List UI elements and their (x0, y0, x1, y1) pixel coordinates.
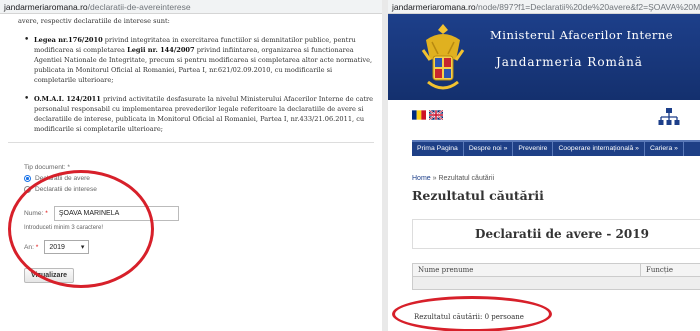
address-bar[interactable]: jandarmeriaromana.ro/declaratii-de-avere… (0, 0, 382, 14)
breadcrumb-home-link[interactable]: Home (412, 175, 431, 182)
breadcrumb: Home » Rezultatul căutării (412, 175, 494, 182)
law-ref: Legea nr.176/2010 (34, 36, 103, 44)
romanian-flag-icon[interactable] (412, 110, 426, 120)
red-highlight-ellipse-form (8, 170, 154, 288)
table-row (412, 277, 700, 290)
page-title: Rezultatul căutării (412, 188, 544, 203)
url-host: jandarmeriaromana.ro (4, 2, 88, 12)
language-flags (412, 110, 443, 120)
radio-selected-icon[interactable] (24, 175, 31, 182)
law-ref: O.M.A.I. 124/2011 (34, 95, 101, 103)
nav-prima-pagina[interactable]: Prima Pagina (412, 142, 464, 156)
law-item: Legea nr.176/2010 privind integritatea i… (24, 35, 374, 85)
nav-cooperare[interactable]: Cooperare internațională » (553, 142, 645, 156)
results-box-title: Declaratii de avere - 2019 (412, 219, 700, 249)
institution-title: Jandarmeria Română (496, 55, 643, 69)
nav-despre-noi[interactable]: Despre noi » (464, 142, 514, 156)
url-host: jandarmeriaromana.ro (392, 2, 476, 12)
left-browser-panel: jandarmeriaromana.ro/declaratii-de-avere… (0, 0, 382, 331)
doc-type-label: Tip document: * (24, 164, 70, 171)
coat-of-arms-icon (421, 24, 465, 90)
nav-prevenire[interactable]: Prevenire (513, 142, 554, 156)
url-path: /declaratii-de-avereinterese (87, 2, 191, 12)
law-ref: Legii nr. 144/2007 (127, 46, 195, 54)
address-bar[interactable]: jandarmeriaromana.ro/node/897?f1=Declara… (388, 0, 700, 14)
col-nume-prenume: Nume prenume (413, 264, 641, 276)
law-item: O.M.A.I. 124/2011 privind activitatile d… (24, 94, 374, 134)
law-list-section: avere, respectiv declaratiile de interes… (0, 14, 382, 143)
results-table-header: Nume prenume Funcție (412, 263, 700, 277)
uk-flag-icon[interactable] (429, 110, 443, 120)
law-list: Legea nr.176/2010 privind integritatea i… (24, 35, 374, 134)
site-header: Ministerul Afacerilor Interne Jandarmeri… (388, 14, 700, 100)
breadcrumb-current: Rezultatul căutării (438, 175, 495, 182)
divider (8, 142, 374, 143)
red-highlight-ellipse-result (392, 296, 552, 331)
nav-cariera[interactable]: Cariera » (645, 142, 684, 156)
col-functie: Funcție (646, 266, 673, 274)
ministry-title: Ministerul Afacerilor Interne (490, 28, 674, 42)
intro-text: avere, respectiv declaratiile de interes… (18, 17, 170, 25)
sitemap-icon[interactable] (658, 106, 680, 128)
url-path: /node/897?f1=Declaratii%20de%20avere&f2=… (475, 2, 700, 12)
right-browser-panel: jandarmeriaromana.ro/node/897?f1=Declara… (382, 0, 700, 331)
main-navigation: Prima Pagina Despre noi » Prevenire Coop… (412, 140, 700, 156)
